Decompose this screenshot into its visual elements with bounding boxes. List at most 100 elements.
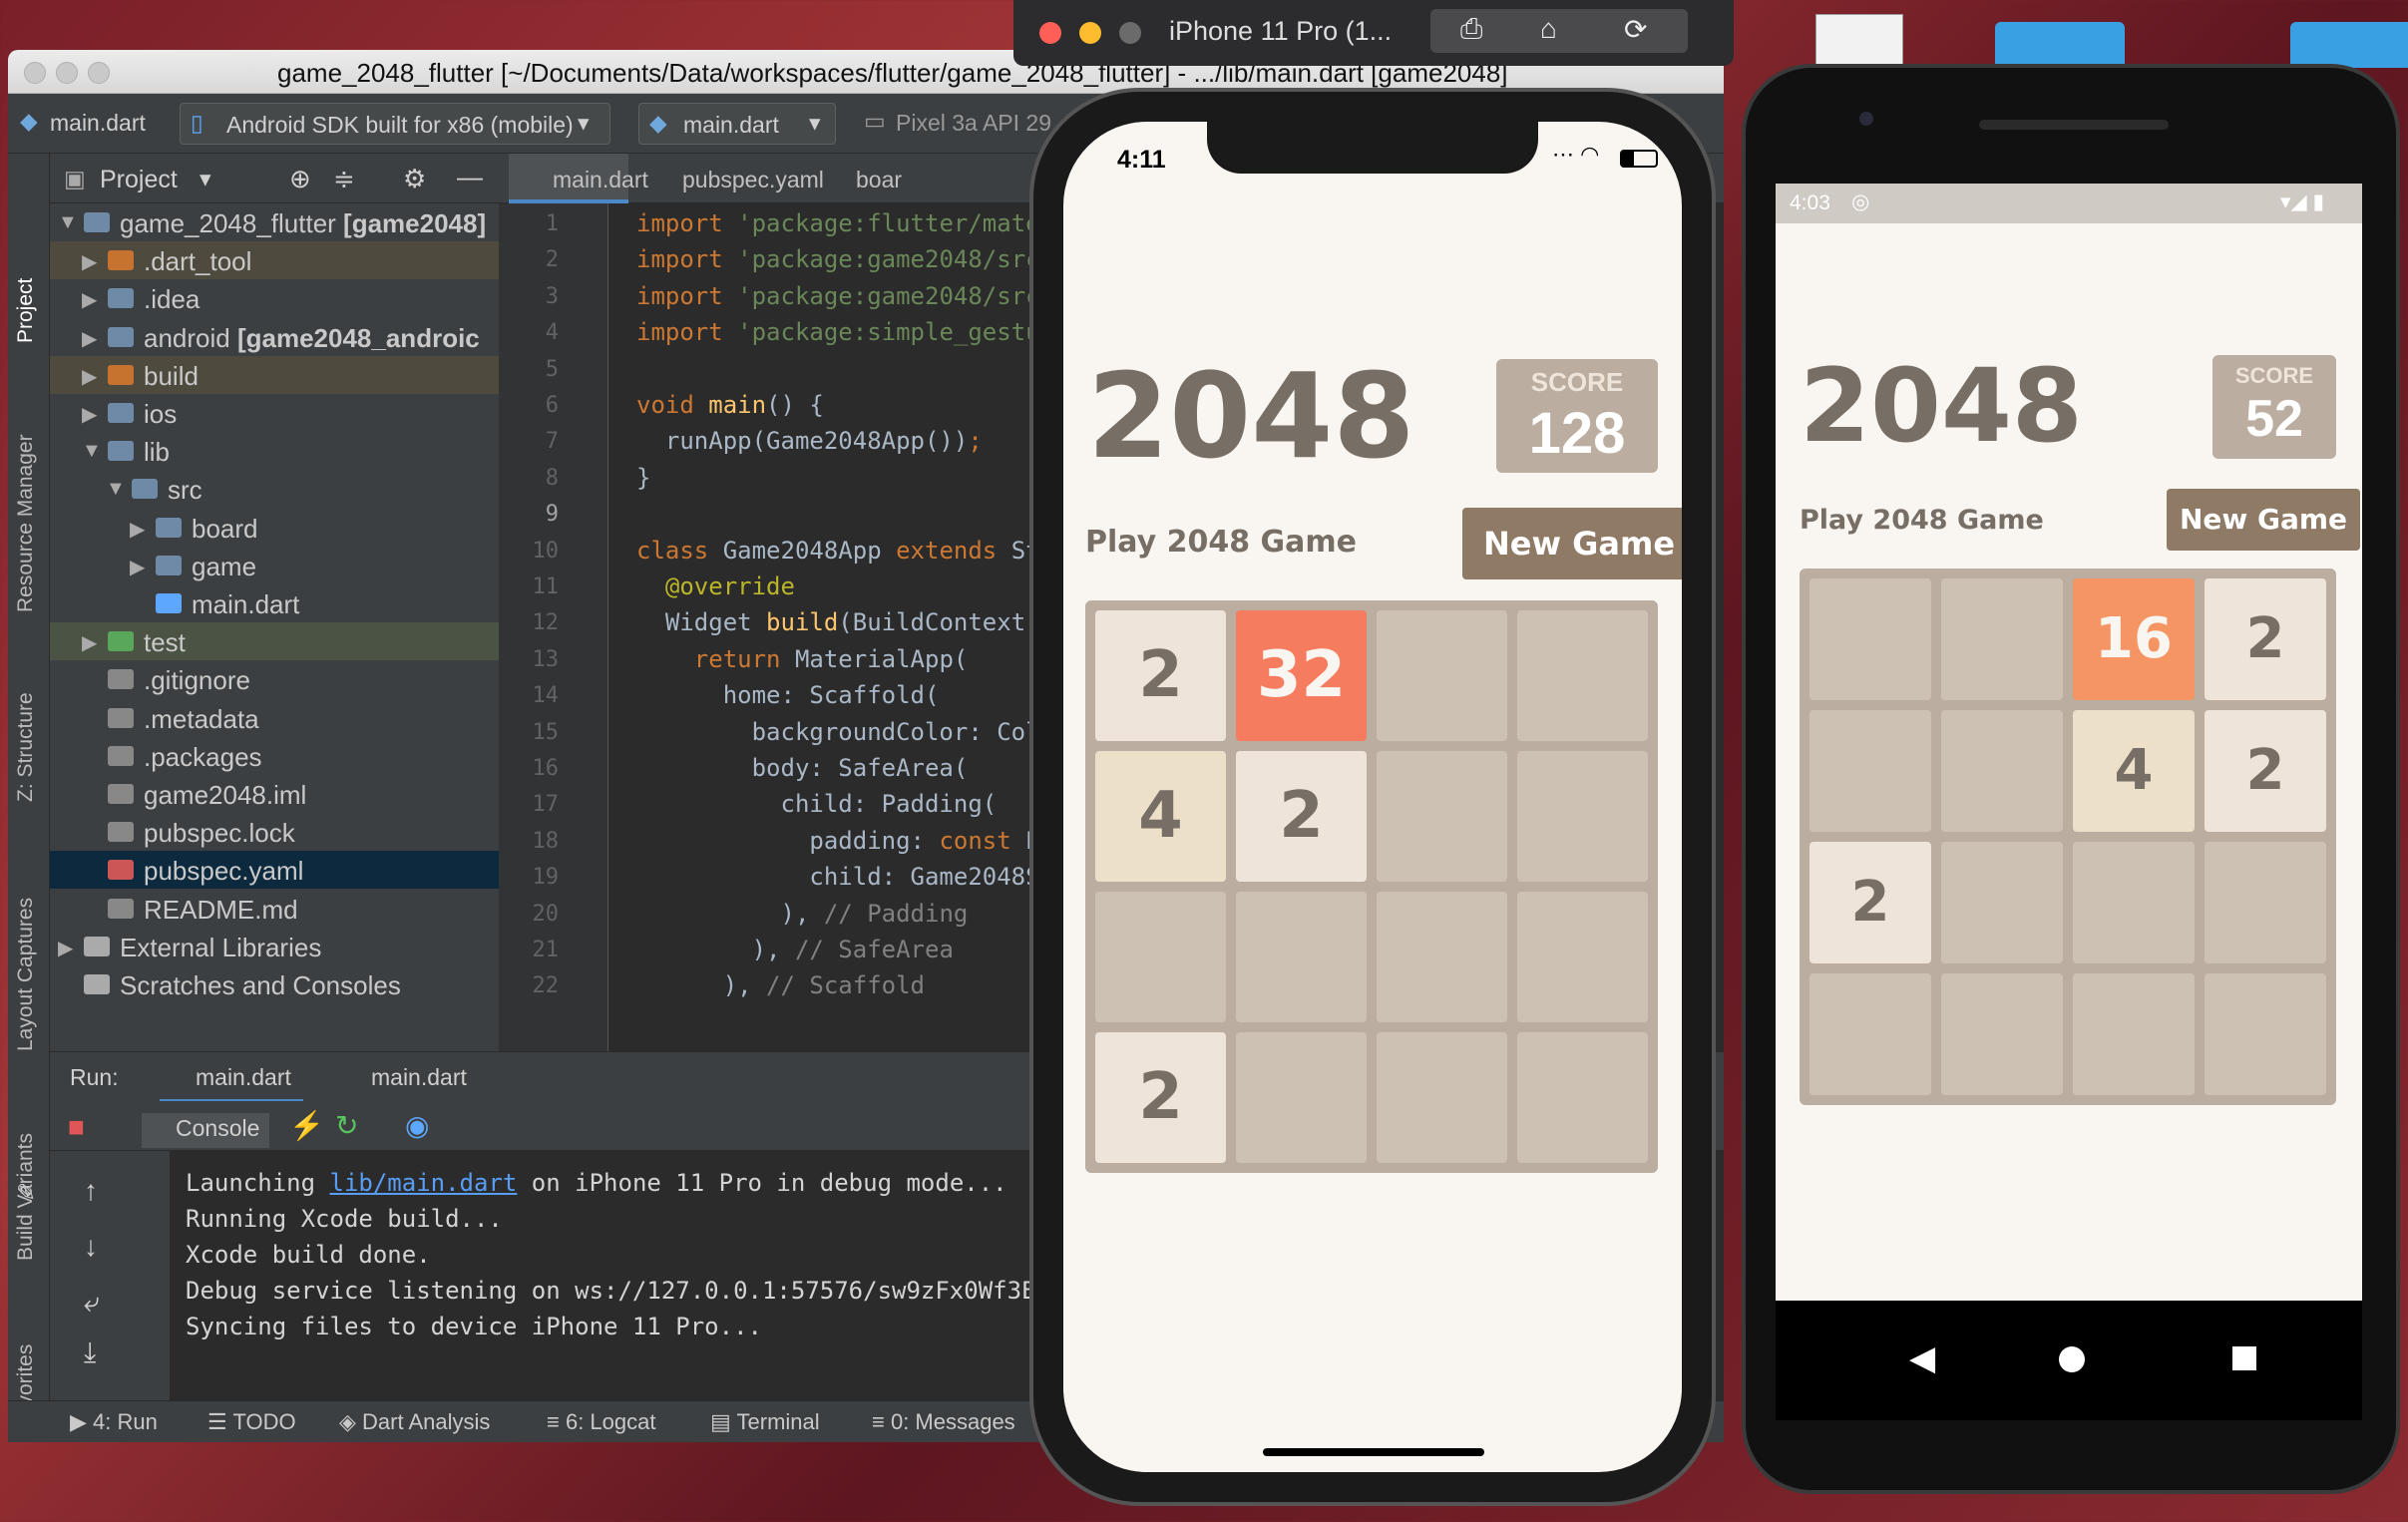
iphone-simulator: 4:11 ⋯ ◠ 2048 SCORE 128 Play 2048 Game N… bbox=[1029, 88, 1716, 1506]
tab-main-dart[interactable]: main.dart bbox=[509, 154, 648, 203]
soft-wrap-icon[interactable]: ⤶ bbox=[84, 1287, 100, 1320]
console-file-link[interactable]: lib/main.dart bbox=[330, 1169, 518, 1197]
tree-item-test[interactable]: ▶ test bbox=[50, 622, 499, 661]
arrow-up-icon[interactable]: ↑ bbox=[84, 1175, 98, 1207]
rotate-button[interactable]: ⟳ bbox=[1594, 9, 1688, 53]
chevron-right-icon[interactable]: ▶ bbox=[82, 287, 97, 312]
run-tab-1[interactable]: main.dart bbox=[160, 1064, 303, 1103]
line-number-gutter: 1 2 3 4 5 6 7 8 9 10 11 12 13 14 15 16 17 18 19 20 21 22 bbox=[499, 203, 608, 1051]
console-tab[interactable]: Console bbox=[142, 1113, 270, 1148]
breadcrumb-file[interactable]: main.dart bbox=[50, 110, 146, 137]
todo-tool-tab[interactable]: ☰ TODO bbox=[207, 1409, 296, 1435]
tree-item-label: test bbox=[144, 627, 186, 658]
locate-icon[interactable]: ⊕ bbox=[289, 164, 311, 194]
chevron-right-icon[interactable]: ▶ bbox=[82, 249, 97, 274]
tree-item-idea[interactable]: ▶ .idea bbox=[50, 279, 499, 317]
zoom-button[interactable] bbox=[88, 62, 110, 84]
stop-icon[interactable]: ■ bbox=[68, 1111, 85, 1143]
tree-item-pubspec-lock[interactable]: pubspec.lock bbox=[50, 813, 499, 851]
tree-item-board[interactable]: ▶ board bbox=[50, 509, 499, 547]
tree-item-ios[interactable]: ▶ ios bbox=[50, 394, 499, 432]
chevron-right-icon[interactable]: ▶ bbox=[58, 936, 73, 960]
hide-icon[interactable]: — bbox=[457, 162, 483, 192]
tree-item-readme-md[interactable]: README.md bbox=[50, 890, 499, 928]
chevron-right-icon[interactable]: ▶ bbox=[82, 326, 97, 351]
game-board[interactable]: 16 2 4 2 2 bbox=[1800, 569, 2336, 1105]
chevron-down-icon[interactable]: ▾ bbox=[200, 166, 211, 192]
tree-item-external-libraries[interactable]: ▶ External Libraries bbox=[50, 928, 499, 965]
tree-item-lib[interactable]: ▼ lib bbox=[50, 432, 499, 470]
project-view-selector[interactable]: Project bbox=[100, 166, 178, 194]
new-game-button[interactable]: New Game bbox=[1462, 508, 1682, 579]
tree-item-pubspec-yaml[interactable]: pubspec.yaml bbox=[50, 851, 499, 890]
tree-item-packages[interactable]: .packages bbox=[50, 737, 499, 775]
device-selector[interactable]: ▯ Android SDK built for x86 (mobile) ▾ bbox=[180, 103, 610, 145]
tree-item-scratches-and-consoles[interactable]: Scratches and Consoles bbox=[50, 965, 499, 1003]
tree-item-src[interactable]: ▼ src bbox=[50, 470, 499, 508]
close-button[interactable] bbox=[1039, 22, 1061, 44]
gear-icon[interactable]: ⚙ bbox=[403, 164, 426, 194]
project-tool-tab[interactable]: Project bbox=[14, 278, 38, 343]
code-line: } bbox=[636, 463, 651, 492]
tree-item-build[interactable]: ▶ build bbox=[50, 355, 499, 394]
chevron-right-icon[interactable]: ▶ bbox=[82, 402, 97, 427]
pin-icon[interactable]: ✎ bbox=[16, 1179, 36, 1208]
chevron-down-icon[interactable]: ▼ bbox=[106, 478, 126, 501]
tree-item-metadata[interactable]: .metadata bbox=[50, 699, 499, 737]
recents-icon[interactable] bbox=[2232, 1346, 2256, 1370]
layout-captures-tab[interactable]: Layout Captures bbox=[14, 898, 38, 1051]
tree-item-main-dart[interactable]: main.dart bbox=[50, 584, 499, 622]
console-line: Debug service listening on ws://127.0.0.… bbox=[186, 1277, 1065, 1305]
home-button[interactable]: ⌂ bbox=[1510, 9, 1604, 53]
dart-analysis-tool-tab[interactable]: ◈ Dart Analysis bbox=[339, 1409, 490, 1435]
close-button[interactable] bbox=[24, 62, 46, 84]
home-icon[interactable] bbox=[2059, 1346, 2085, 1372]
tree-item-game[interactable]: ▶ game bbox=[50, 547, 499, 584]
chevron-down-icon[interactable]: ▼ bbox=[82, 440, 102, 463]
home-indicator[interactable] bbox=[1263, 1448, 1484, 1456]
folder-icon bbox=[156, 555, 182, 575]
tab-board[interactable]: boar bbox=[828, 154, 918, 203]
android-screen: 4:03 ◎ ▾◢ ▮ 2048 SCORE 52 Play 2048 Game… bbox=[1776, 184, 2362, 1380]
tree-item-android[interactable]: ▶ android [game2048_androic bbox=[50, 318, 499, 356]
logcat-tool-tab[interactable]: ≡ 6: Logcat bbox=[547, 1409, 655, 1435]
arrow-down-icon[interactable]: ↓ bbox=[84, 1231, 98, 1263]
hot-restart-icon[interactable]: ↻ bbox=[335, 1109, 358, 1142]
minimize-button[interactable] bbox=[56, 62, 78, 84]
game-board[interactable]: 2 32 4 2 2 bbox=[1085, 600, 1658, 1173]
chevron-right-icon[interactable]: ▶ bbox=[82, 630, 97, 655]
chevron-right-icon[interactable]: ▶ bbox=[130, 517, 145, 542]
tree-item-label: .idea bbox=[144, 284, 201, 315]
run-config-selector[interactable]: ◆ main.dart ▾ bbox=[638, 103, 836, 145]
collapse-icon[interactable]: ≑ bbox=[333, 164, 355, 194]
tree-item-dart-tool[interactable]: ▶ .dart_tool bbox=[50, 241, 499, 280]
devtools-icon[interactable]: ◉ bbox=[405, 1109, 429, 1142]
tree-item-game2048-iml[interactable]: game2048.iml bbox=[50, 775, 499, 813]
hot-reload-icon[interactable]: ⚡ bbox=[289, 1109, 324, 1142]
messages-tool-tab[interactable]: ≡ 0: Messages bbox=[872, 1409, 1015, 1435]
tree-item-game-2048-flutter[interactable]: ▼ game_2048_flutter [game2048] bbox=[50, 203, 499, 241]
chevron-right-icon[interactable]: ▶ bbox=[130, 555, 145, 579]
scroll-end-icon[interactable]: ⤓ bbox=[84, 1336, 96, 1369]
run-tool-tab[interactable]: ▶ 4: Run bbox=[70, 1409, 158, 1435]
line-number: 12 bbox=[532, 610, 560, 636]
new-game-button[interactable]: New Game bbox=[2167, 489, 2360, 551]
avd-selector[interactable]: Pixel 3a API 29 bbox=[896, 110, 1051, 137]
code-line: ), // SafeArea bbox=[636, 936, 954, 963]
code-line: import 'package:game2048/src/ bbox=[636, 245, 1055, 274]
resource-manager-tab[interactable]: Resource Manager bbox=[14, 434, 38, 612]
tree-item-gitignore[interactable]: .gitignore bbox=[50, 660, 499, 698]
run-tab-2[interactable]: main.dart bbox=[343, 1064, 467, 1091]
desktop-folder-icon[interactable] bbox=[2290, 22, 2408, 68]
structure-tab[interactable]: Z: Structure bbox=[14, 692, 38, 802]
desktop-file-icon[interactable] bbox=[1815, 14, 1903, 68]
zoom-button[interactable] bbox=[1119, 22, 1141, 44]
chevron-down-icon[interactable]: ▼ bbox=[58, 211, 78, 234]
module-suffix: [game2048] bbox=[343, 208, 487, 238]
minimize-button[interactable] bbox=[1079, 22, 1101, 44]
chevron-right-icon[interactable]: ▶ bbox=[82, 364, 97, 389]
terminal-tool-tab[interactable]: ▤ Terminal bbox=[710, 1409, 820, 1435]
back-icon[interactable]: ◀ bbox=[1909, 1338, 1935, 1378]
desktop-folder-icon[interactable] bbox=[1995, 22, 2125, 68]
tab-pubspec-yaml[interactable]: pubspec.yaml bbox=[636, 154, 824, 203]
